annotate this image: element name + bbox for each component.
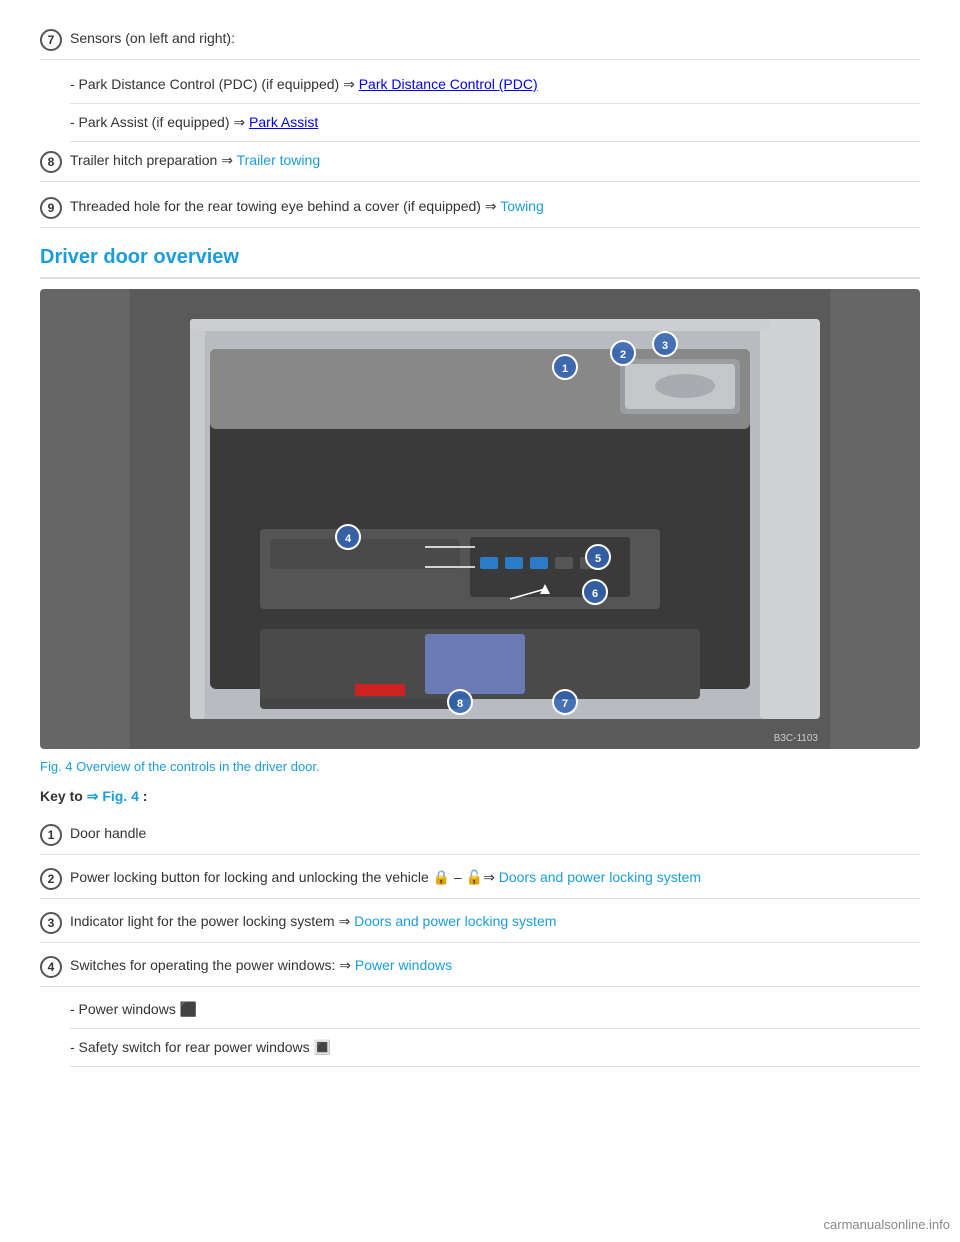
item-9-row: 9 Threaded hole for the rear towing eye … <box>40 188 920 228</box>
door-item-4-text: Switches for operating the power windows… <box>70 955 452 976</box>
key-section: Key to ⇒ Fig. 4 : 1 Door handle 2 Power … <box>40 788 920 1067</box>
door-item-2: 2 Power locking button for locking and u… <box>40 859 920 899</box>
pdc-link[interactable]: Park Distance Control (PDC) <box>359 76 538 92</box>
item-7-row: 7 Sensors (on left and right): <box>40 20 920 60</box>
svg-text:7: 7 <box>562 698 568 710</box>
item-9-label: Threaded hole for the rear towing eye be… <box>70 198 500 214</box>
item-7-text: Sensors (on left and right): <box>70 28 235 49</box>
doors-locking-link-3[interactable]: Doors and power locking system <box>354 913 556 929</box>
page-container: 7 Sensors (on left and right): - Park Di… <box>0 0 960 1242</box>
door-item-1-text: Door handle <box>70 823 146 844</box>
circle-8: 8 <box>40 151 62 173</box>
key-title: Key to ⇒ Fig. 4 : <box>40 788 920 805</box>
sub-item-pdc-text: - Park Distance Control (PDC) (if equipp… <box>70 76 359 92</box>
circle-7: 7 <box>40 29 62 51</box>
site-watermark: carmanualsonline.info <box>824 1217 950 1232</box>
power-windows-link[interactable]: Power windows <box>355 957 452 973</box>
circle-d2: 2 <box>40 868 62 890</box>
svg-text:1: 1 <box>562 363 568 375</box>
door-item-3-text: Indicator light for the power locking sy… <box>70 911 556 932</box>
svg-text:5: 5 <box>595 553 601 565</box>
item-8-text: Trailer hitch preparation ⇒ Trailer towi… <box>70 150 320 171</box>
svg-text:B3C-1103: B3C-1103 <box>774 733 819 744</box>
sub-item-park-assist: - Park Assist (if equipped) ⇒ Park Assis… <box>70 104 920 142</box>
doors-locking-link-2[interactable]: Doors and power locking sys­tem <box>499 869 701 885</box>
door-sub-item-safety: - Safety switch for rear power windows 🔳 <box>70 1029 920 1067</box>
door-item-4: 4 Switches for operating the power windo… <box>40 947 920 987</box>
window-icon-pw: ⬛ <box>180 1001 197 1017</box>
content-area: 7 Sensors (on left and right): - Park Di… <box>40 20 920 1067</box>
sub-item-park-assist-text: - Park Assist (if equipped) ⇒ <box>70 114 249 130</box>
item-8-row: 8 Trailer hitch preparation ⇒ Trailer to… <box>40 142 920 182</box>
key-colon: : <box>143 788 148 804</box>
svg-text:6: 6 <box>592 588 598 600</box>
door-item-3: 3 Indicator light for the power locking … <box>40 903 920 943</box>
car-door-svg: 1 2 3 4 5 6 <box>40 289 920 749</box>
door-sub-item-pw: - Power windows ⬛ <box>70 991 920 1029</box>
window-icon-safety: 🔳 <box>314 1039 331 1055</box>
circle-9: 9 <box>40 197 62 219</box>
fig-caption: Fig. 4 Overview of the controls in the d… <box>40 759 920 774</box>
door-item-2-text: Power locking button for locking and unl… <box>70 867 701 888</box>
park-assist-link[interactable]: Park Assist <box>249 114 318 130</box>
trailer-towing-link[interactable]: Trailer towing <box>237 152 321 168</box>
circle-d4: 4 <box>40 956 62 978</box>
svg-text:8: 8 <box>457 698 463 710</box>
sub-item-pdc: - Park Distance Control (PDC) (if equipp… <box>70 66 920 104</box>
circle-d1: 1 <box>40 824 62 846</box>
door-item-1: 1 Door handle <box>40 815 920 855</box>
svg-text:4: 4 <box>345 533 352 545</box>
svg-text:2: 2 <box>620 349 626 361</box>
key-label: Key to <box>40 788 83 804</box>
towing-link[interactable]: Towing <box>500 198 544 214</box>
car-door-image: 1 2 3 4 5 6 <box>40 289 920 749</box>
fig4-link[interactable]: ⇒ Fig. 4 <box>87 788 139 804</box>
item-8-label: Trailer hitch preparation ⇒ <box>70 152 237 168</box>
circle-d3: 3 <box>40 912 62 934</box>
section-heading: Driver door overview <box>40 246 920 279</box>
item-9-text: Threaded hole for the rear towing eye be… <box>70 196 544 217</box>
svg-text:3: 3 <box>662 340 668 352</box>
